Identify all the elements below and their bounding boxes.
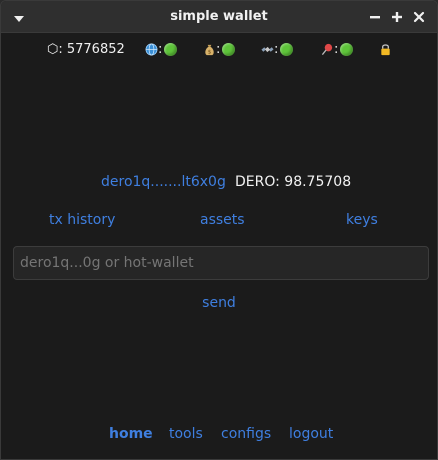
lock-button[interactable] <box>378 39 392 59</box>
network-status: : <box>144 39 178 59</box>
maximize-button[interactable] <box>389 9 405 25</box>
sync-status: : <box>320 39 354 59</box>
bottom-nav: home tools configs logout <box>1 423 437 445</box>
daemon-indicator <box>280 42 294 56</box>
wallet-indicator <box>222 42 236 56</box>
send-button[interactable]: send <box>202 295 236 311</box>
nav-home[interactable]: home <box>109 423 153 445</box>
title-bar: simple wallet <box>1 1 437 33</box>
network-indicator <box>164 42 178 56</box>
money-bag-icon: $ <box>202 42 216 56</box>
recipient-input[interactable] <box>13 246 429 280</box>
wallet-address-link[interactable]: dero1q.......lt6x0g <box>101 171 226 193</box>
account-row: dero1q.......lt6x0g DERO: 98.75708 <box>1 171 437 193</box>
plus-icon <box>391 8 403 27</box>
nav-tools[interactable]: tools <box>169 423 203 445</box>
push-pin-icon <box>320 42 334 56</box>
nav-logout[interactable]: logout <box>289 423 333 445</box>
wallet-status: $ : <box>202 39 236 59</box>
close-icon <box>413 8 425 27</box>
tx-history-link[interactable]: tx history <box>49 209 115 231</box>
app-window: simple wallet ⬡: 5776852: $::: dero1… <box>0 0 438 460</box>
lock-icon <box>378 42 392 56</box>
nav-configs[interactable]: configs <box>221 423 271 445</box>
daemon-status: : <box>260 39 294 59</box>
minimize-button[interactable] <box>367 9 383 25</box>
assets-link[interactable]: assets <box>200 209 245 231</box>
keys-link[interactable]: keys <box>346 209 378 231</box>
status-bar: ⬡: 5776852 : $ ::: <box>1 39 437 59</box>
balance-label: DERO: 98.75708 <box>235 174 352 190</box>
globe-icon <box>144 42 158 56</box>
svg-text:$: $ <box>207 49 211 55</box>
minimize-icon <box>369 8 381 27</box>
sync-indicator <box>340 42 354 56</box>
block-height: ⬡: 5776852 <box>47 41 125 57</box>
close-button[interactable] <box>411 9 427 25</box>
send-row: send <box>1 292 437 314</box>
wallet-tabs: tx history assets keys <box>1 209 437 231</box>
satellite-icon <box>260 42 274 56</box>
